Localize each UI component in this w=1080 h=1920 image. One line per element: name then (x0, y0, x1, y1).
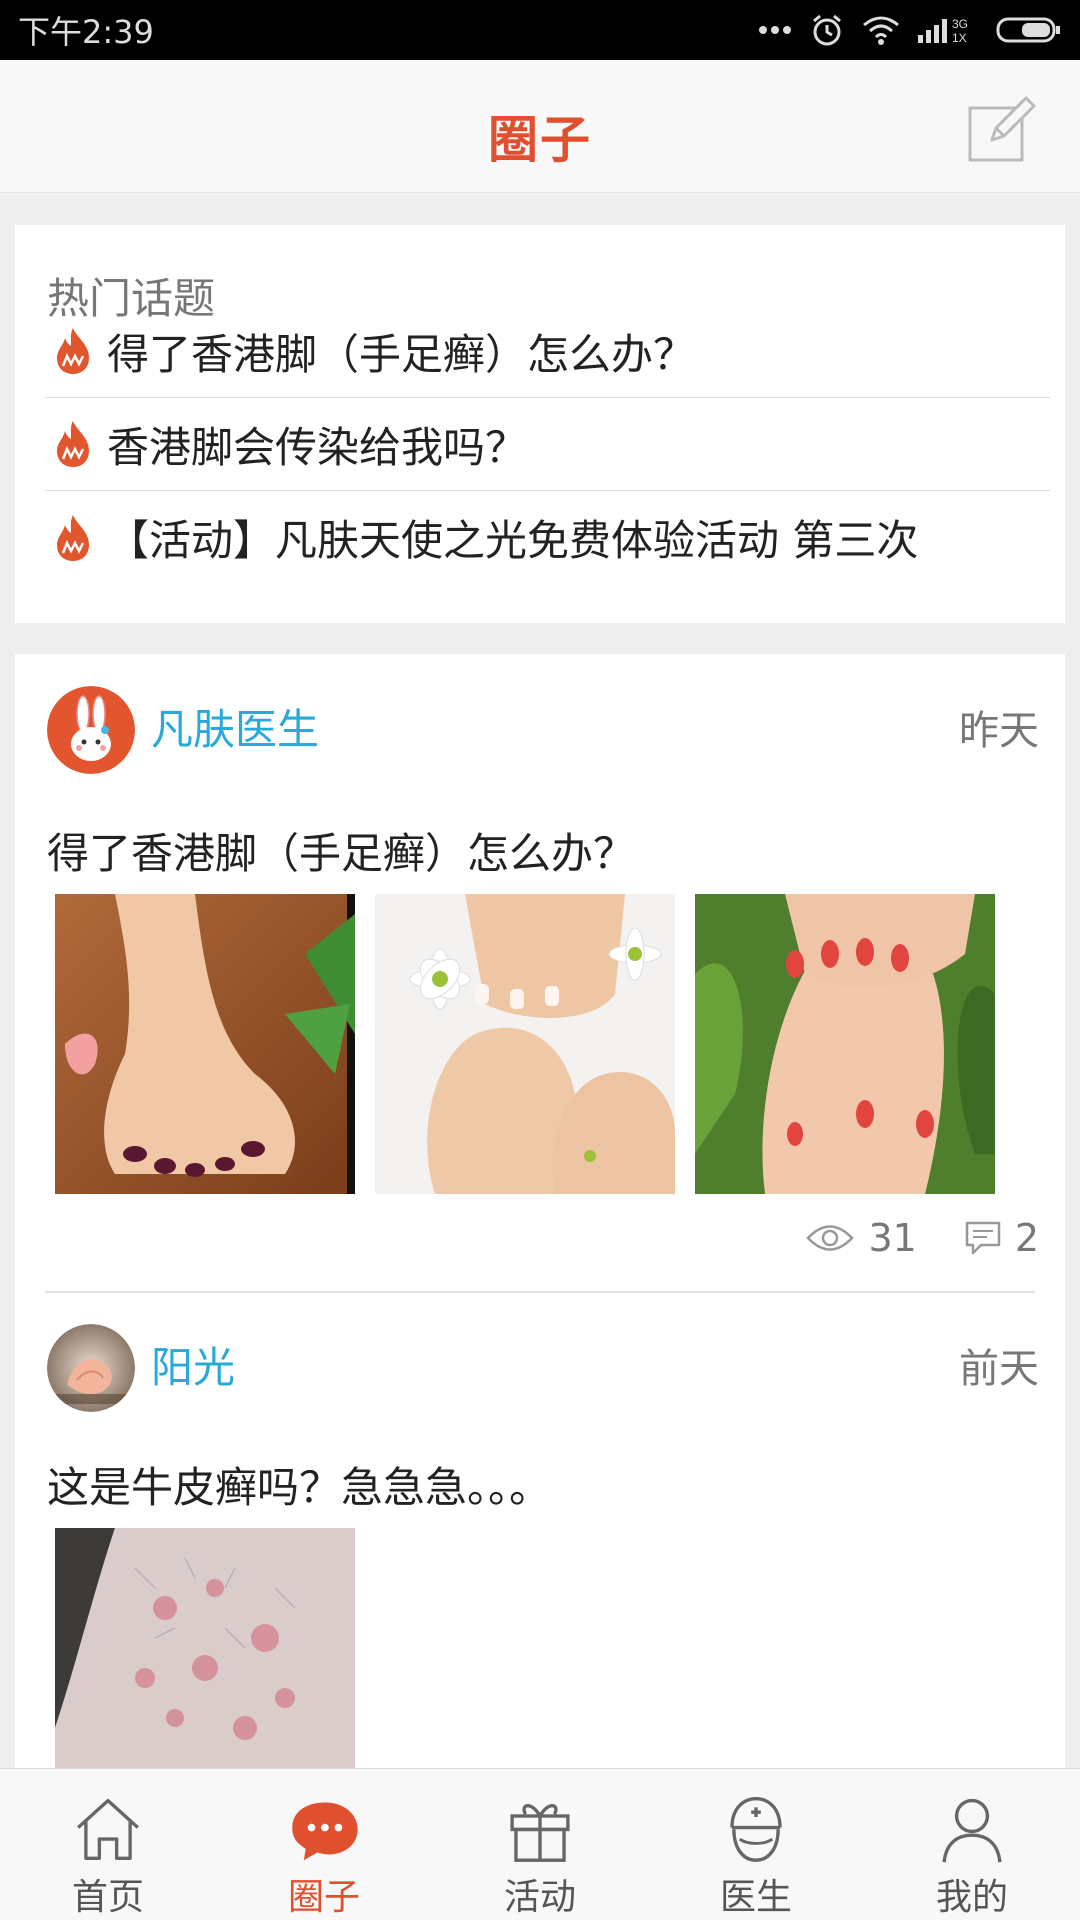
bottom-nav: 首页 圈子 活动 医生 我的 (0, 1768, 1080, 1920)
comment-count[interactable]: 2 (965, 1216, 1039, 1260)
hot-topic-text: 得了香港脚（手足癣）怎么办？ (107, 329, 696, 379)
flame-icon (57, 514, 89, 561)
post-photo[interactable] (55, 894, 355, 1194)
hot-topic-item[interactable]: 【活动】凡肤天使之光免费体验活动 第三次 (45, 491, 1050, 584)
nav-label: 医生 (719, 1877, 792, 1918)
status-bar: 下午2:39 3G 1X (0, 0, 1080, 60)
comment-icon (965, 1221, 1001, 1255)
hot-topic-item[interactable]: 得了香港脚（手足癣）怎么办？ (45, 305, 1050, 398)
flame-icon (57, 328, 89, 374)
post-time: 前天 (959, 1346, 1039, 1392)
signal-icon: 3G 1X (918, 15, 978, 45)
avatar[interactable] (47, 686, 135, 774)
nav-label: 活动 (503, 1877, 576, 1918)
nav-label: 我的 (935, 1877, 1008, 1918)
compose-button[interactable] (966, 94, 1036, 164)
status-time: 下午2:39 (18, 13, 154, 51)
view-count: 31 (806, 1216, 917, 1260)
post-author[interactable]: 阳光 (151, 1334, 235, 1395)
page-title: 圈子 (488, 111, 592, 169)
post-time: 昨天 (959, 708, 1039, 754)
gift-icon (510, 1804, 570, 1862)
nav-item-doctor[interactable]: 医生 (648, 1769, 864, 1920)
more-dots-icon (758, 25, 792, 35)
view-count-value: 31 (868, 1216, 917, 1260)
hot-topics-card: 热门话题 得了香港脚（手足癣）怎么办？ 香港脚会传染给我吗？ 【活动】凡肤天使之… (15, 225, 1065, 623)
nav-label: 圈子 (287, 1877, 360, 1918)
home-icon (77, 1798, 139, 1860)
doctor-icon (730, 1797, 782, 1862)
battery-icon (996, 15, 1062, 45)
nav-item-circle[interactable]: 圈子 (216, 1769, 432, 1920)
post-feed: 凡肤医生 昨天 得了香港脚（手足癣）怎么办？ 31 2 阳光 前天 这是牛皮癣吗… (15, 654, 1065, 1769)
post-text[interactable]: 得了香港脚（手足癣）怎么办？ (47, 820, 635, 881)
svg-text:3G: 3G (952, 17, 968, 31)
flame-icon (57, 421, 89, 467)
nav-item-activity[interactable]: 活动 (432, 1769, 648, 1920)
status-icons: 3G 1X (758, 13, 1062, 47)
alarm-icon (810, 13, 844, 47)
eye-icon (806, 1225, 855, 1251)
post-photo[interactable] (695, 894, 995, 1194)
post-card[interactable]: 阳光 前天 这是牛皮癣吗？急急急。。。 (15, 1294, 1065, 1769)
post-text[interactable]: 这是牛皮癣吗？急急急。。。 (47, 1454, 551, 1515)
hot-topic-text: 【活动】凡肤天使之光免费体验活动 第三次 (107, 516, 919, 565)
edit-icon (968, 96, 1036, 162)
post-photo[interactable] (375, 894, 675, 1194)
post-card[interactable]: 凡肤医生 昨天 得了香港脚（手足癣）怎么办？ 31 2 (15, 654, 1065, 1294)
svg-text:1X: 1X (952, 31, 967, 45)
chat-bubble-icon (292, 1802, 358, 1861)
post-stats: 31 2 (806, 1216, 1039, 1260)
post-author[interactable]: 凡肤医生 (151, 696, 319, 757)
nav-item-mine[interactable]: 我的 (864, 1769, 1080, 1920)
hot-topic-item[interactable]: 香港脚会传染给我吗？ (45, 398, 1050, 491)
nav-item-home[interactable]: 首页 (0, 1769, 216, 1920)
person-icon (942, 1798, 1002, 1863)
wifi-icon (862, 15, 900, 45)
hot-topic-text: 香港脚会传染给我吗？ (107, 422, 528, 472)
avatar[interactable] (47, 1324, 135, 1412)
app-header: 圈子 (0, 60, 1080, 193)
nav-label: 首页 (71, 1877, 144, 1918)
post-photo[interactable] (55, 1528, 355, 1769)
comment-count-value: 2 (1014, 1216, 1039, 1260)
divider (45, 1291, 1035, 1293)
